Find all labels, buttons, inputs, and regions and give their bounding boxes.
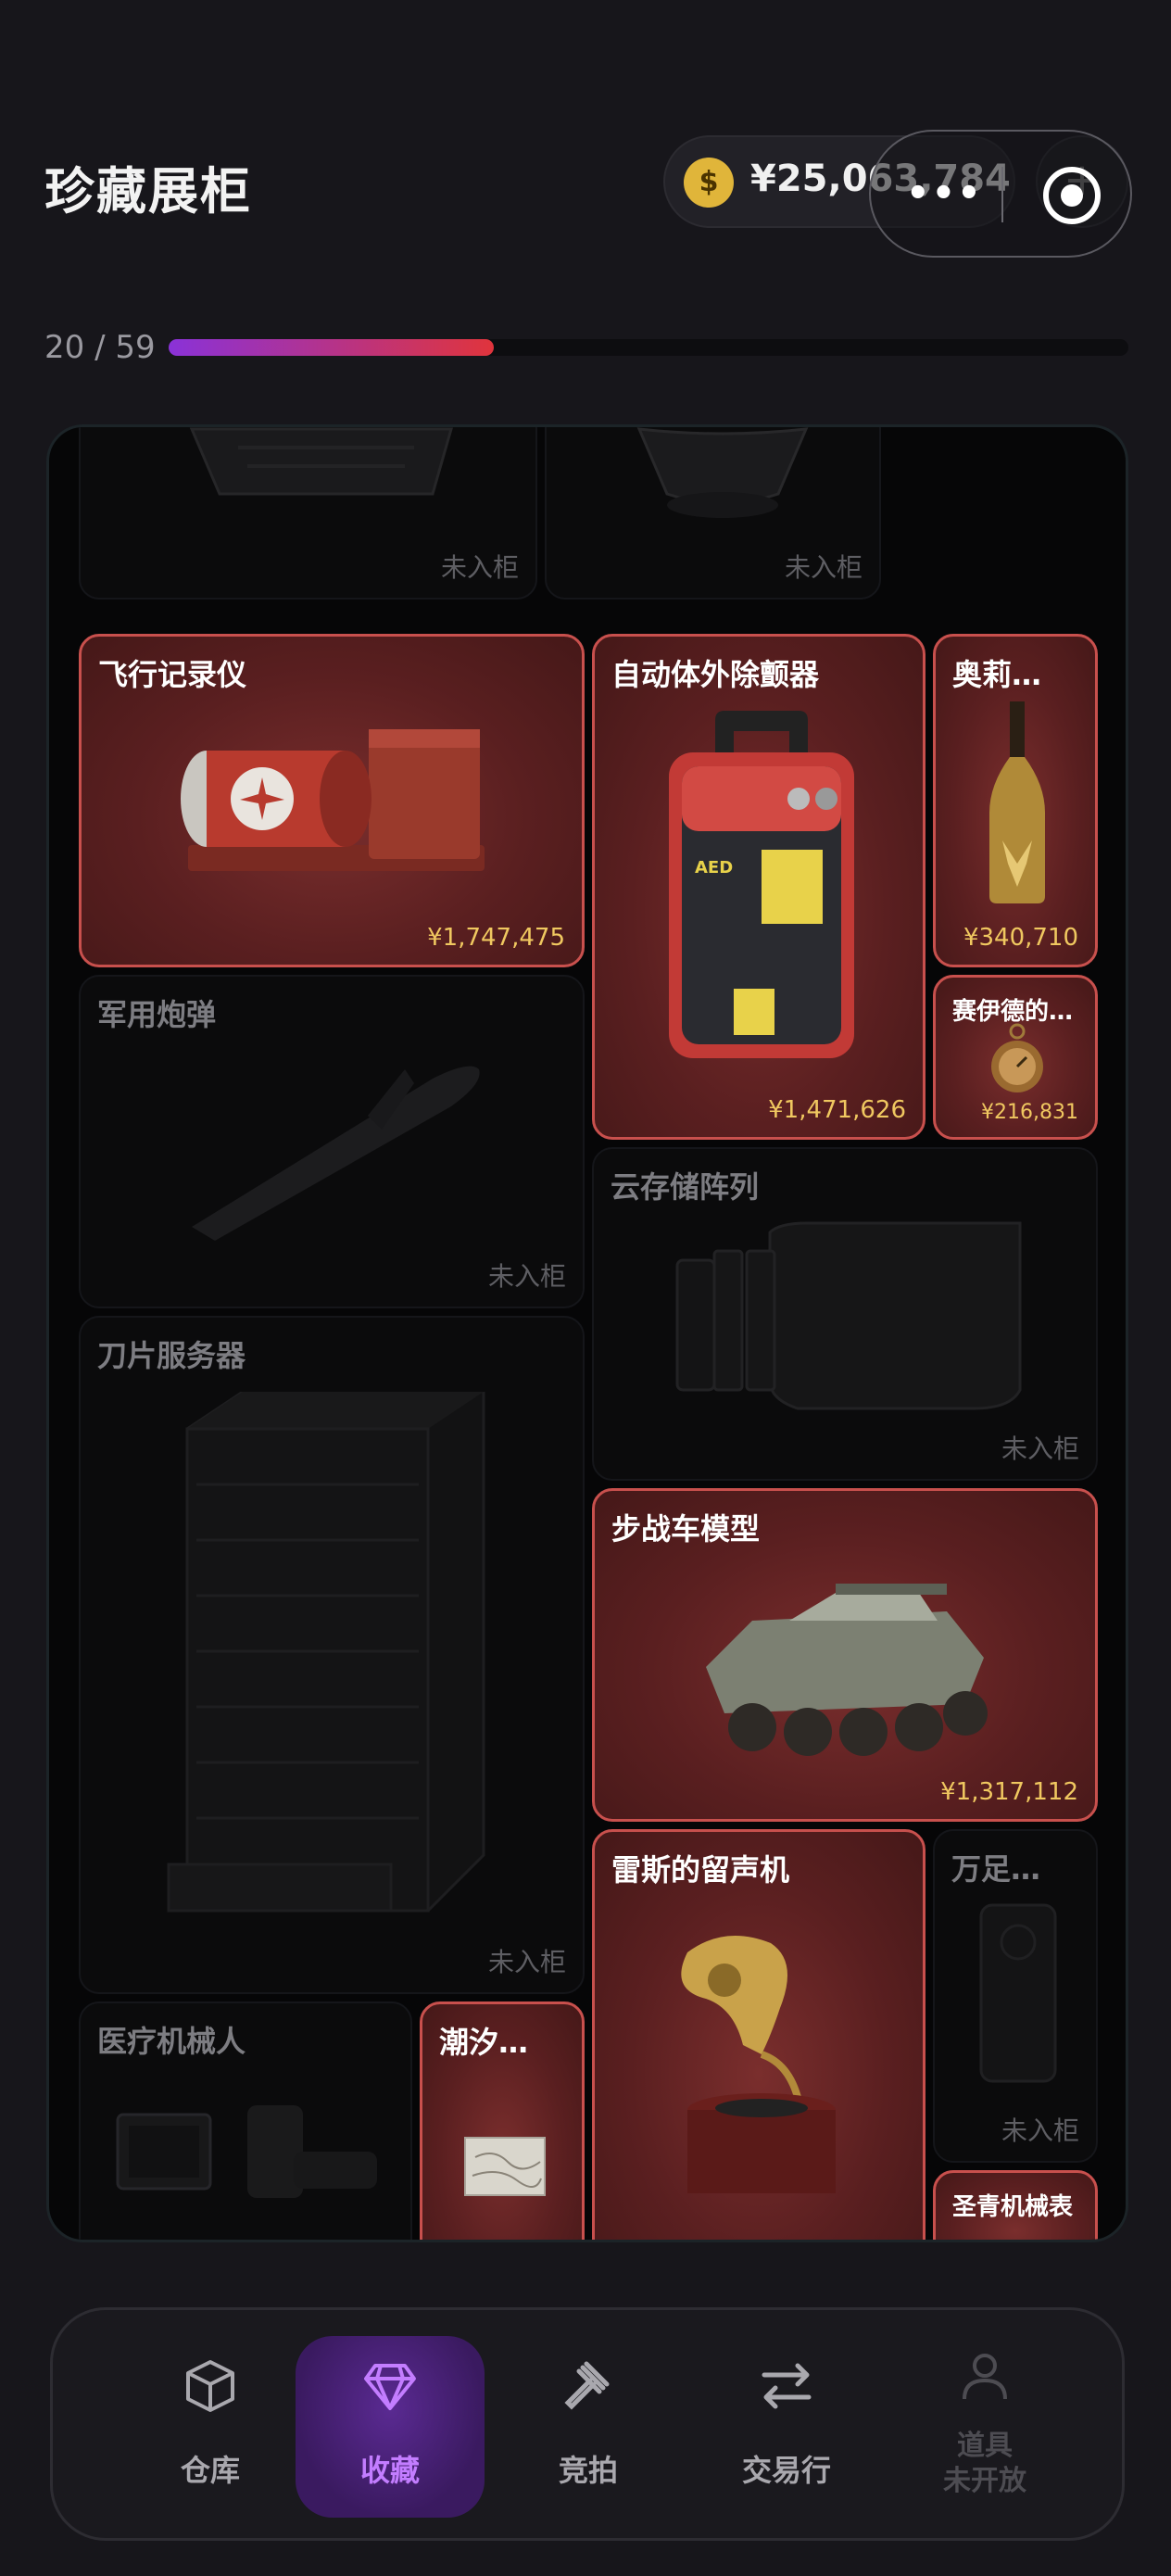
coin-icon: $ [684, 158, 734, 208]
nav-item-warehouse[interactable]: 仓库 [116, 2336, 305, 2518]
capsule-divider [1001, 167, 1003, 222]
collection-card[interactable]: 医疗机械人 [79, 2001, 412, 2240]
more-icon[interactable]: ••• [906, 175, 983, 212]
card-status: 未入柜 [440, 552, 519, 583]
card-price: ¥1,747,475 [427, 924, 565, 952]
collection-progress-bar [169, 339, 1128, 356]
card-status: 未入柜 [1001, 2115, 1079, 2146]
card-price: ¥216,831 [981, 1101, 1078, 1124]
gavel-icon [564, 2361, 610, 2410]
card-price: ¥1,317,112 [940, 1778, 1078, 1806]
armored-vehicle-icon [706, 1584, 988, 1756]
collection-card[interactable]: 赛伊德的… ¥216,831 [933, 975, 1098, 1140]
card-status: 未入柜 [784, 552, 863, 583]
nav-label-locked: 道具 未开放 [890, 2429, 1079, 2499]
page-title: 珍藏展柜 [44, 162, 252, 221]
collection-progress-label: 20 / 59 [44, 329, 156, 366]
nav-item-collection[interactable]: 收藏 [296, 2336, 485, 2518]
gold-bar-icon [979, 1903, 1057, 2083]
collection-card[interactable]: 军用炮弹 未入柜 [79, 975, 585, 1308]
card-status: 未入柜 [1001, 1433, 1079, 1464]
collection-card[interactable]: 云存储阵列 未入柜 [592, 1147, 1098, 1481]
defibrillator-icon: AED [669, 711, 854, 1058]
champagne-bottle-icon [989, 701, 1045, 903]
nav-item-auction[interactable]: 竞拍 [494, 2336, 683, 2518]
server-rack-icon [189, 427, 453, 496]
close-target-icon[interactable] [1043, 167, 1101, 224]
collection-progress-fill [169, 339, 495, 356]
collection-card[interactable]: 步战车模型 ¥1,317,112 [592, 1488, 1098, 1822]
nav-label: 竞拍 [558, 2453, 618, 2488]
card-name: 奥莉… [952, 657, 1042, 692]
card-name: 军用炮弹 [97, 997, 217, 1032]
card-name: 医疗机械人 [97, 2024, 246, 2059]
artillery-shell-icon [192, 1066, 480, 1241]
card-status: 未入柜 [487, 1261, 566, 1292]
nav-item-items-locked: 道具 未开放 [890, 2336, 1079, 2518]
swap-icon [762, 2363, 812, 2409]
card-price: ¥340,710 [963, 924, 1078, 952]
svg-text:AED: AED [695, 858, 733, 878]
nav-label: 收藏 [359, 2453, 420, 2488]
blade-server-icon [167, 1392, 485, 1913]
collection-card[interactable]: 雷斯的留声机 [592, 1829, 925, 2240]
card-name: 自动体外除颤器 [611, 657, 820, 692]
collection-cabinet[interactable]: 未入柜 未入柜 飞行记录仪 ¥1,747,475 自动体外除颤器 AED ¥1,… [46, 424, 1128, 2242]
medical-robot-icon [116, 2105, 377, 2198]
nav-label: 交易行 [741, 2453, 831, 2488]
collection-card[interactable]: 潮汐… [420, 2001, 585, 2240]
nav-sublabel: 未开放 [943, 2465, 1026, 2497]
card-status: 未入柜 [487, 1947, 566, 1977]
box-icon [186, 2360, 234, 2412]
storage-array-icon [675, 1221, 1022, 1410]
collection-card[interactable]: 未入柜 [545, 427, 881, 600]
nav-label: 道具 [957, 2430, 1013, 2462]
collection-card[interactable]: 飞行记录仪 ¥1,747,475 [79, 634, 585, 967]
card-name: 雷斯的留声机 [611, 1852, 790, 1888]
collection-card[interactable]: 圣青机械表 [933, 2170, 1098, 2240]
vase-icon [636, 427, 809, 518]
diamond-icon [364, 2364, 416, 2410]
card-name: 万足… [951, 1851, 1041, 1887]
card-name: 步战车模型 [611, 1511, 761, 1547]
collection-card[interactable]: 奥莉… ¥340,710 [933, 634, 1098, 967]
card-price: ¥1,471,626 [768, 1096, 906, 1124]
nav-item-trade[interactable]: 交易行 [692, 2336, 881, 2518]
collection-card[interactable]: 刀片服务器 未入柜 [79, 1316, 585, 1994]
card-name: 圣青机械表 [952, 2193, 1074, 2221]
flight-recorder-icon [181, 729, 485, 871]
map-document-icon [464, 2137, 546, 2196]
bottom-nav: 仓库 收藏 竞拍 交易行 道具 未开放 [50, 2307, 1125, 2541]
pocket-watch-icon [991, 1023, 1043, 1092]
card-name: 飞行记录仪 [98, 657, 247, 692]
card-name: 刀片服务器 [97, 1338, 246, 1373]
collection-card[interactable]: 自动体外除颤器 AED ¥1,471,626 [592, 634, 925, 1140]
mini-program-capsule: ••• [869, 130, 1132, 258]
person-icon [963, 2354, 1007, 2400]
collection-card[interactable]: 未入柜 [79, 427, 537, 600]
gramophone-icon [681, 1936, 836, 2193]
card-name: 云存储阵列 [611, 1169, 760, 1205]
card-name: 潮汐… [439, 2025, 529, 2060]
nav-label: 仓库 [180, 2453, 240, 2488]
collection-card[interactable]: 万足… 未入柜 [933, 1829, 1098, 2163]
